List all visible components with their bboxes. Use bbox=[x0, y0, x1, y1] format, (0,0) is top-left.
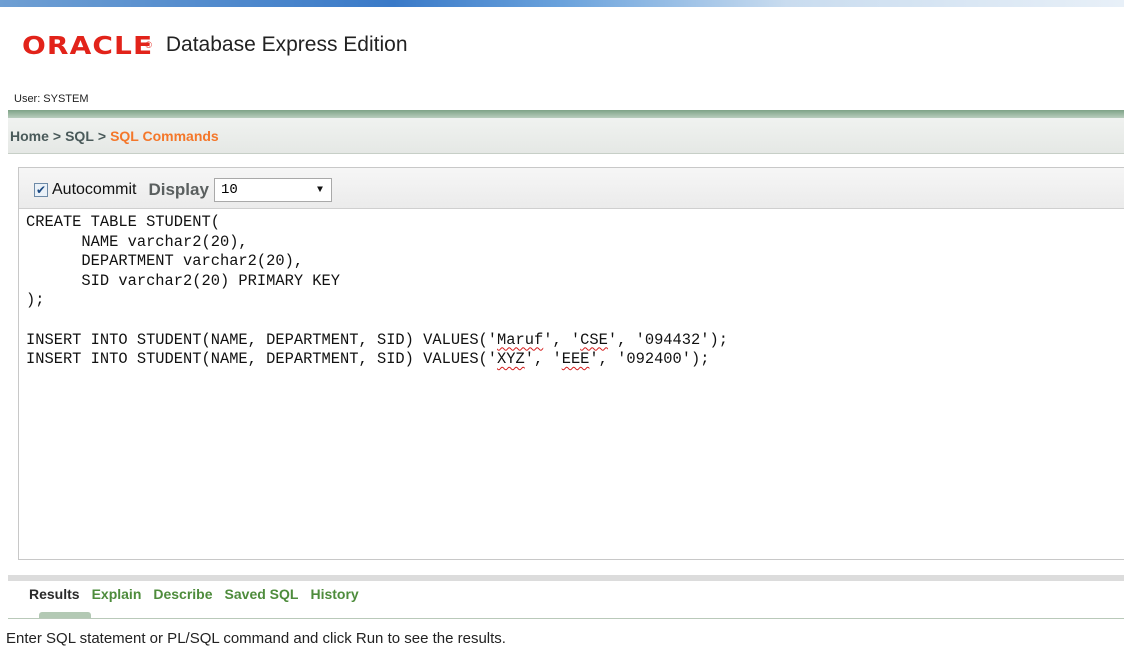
tab-results[interactable]: Results bbox=[29, 586, 80, 602]
results-divider bbox=[8, 575, 1124, 581]
spellcheck-word: Maruf bbox=[497, 330, 544, 349]
breadcrumb-separator: > bbox=[52, 127, 62, 144]
tab-describe[interactable]: Describe bbox=[153, 586, 212, 602]
sql-input[interactable]: CREATE TABLE STUDENT( NAME varchar2(20),… bbox=[19, 209, 1124, 559]
app-header: ORACLE ® Database Express Edition bbox=[22, 30, 408, 60]
autocommit-checkbox[interactable]: ✔ bbox=[34, 183, 48, 197]
user-label: User: bbox=[14, 93, 41, 105]
tab-explain[interactable]: Explain bbox=[92, 586, 142, 602]
editor-toolbar: ✔ Autocommit Display 10 ▼ bbox=[19, 168, 1124, 209]
sql-line: DEPARTMENT varchar2(20), bbox=[26, 252, 304, 271]
results-separator bbox=[8, 618, 1124, 619]
tab-saved-sql[interactable]: Saved SQL bbox=[225, 586, 299, 602]
sql-line: ); bbox=[26, 291, 45, 310]
sql-line: NAME varchar2(20), bbox=[26, 232, 248, 251]
display-rows-select[interactable]: 10 ▼ bbox=[213, 178, 332, 202]
tab-history[interactable]: History bbox=[310, 586, 358, 602]
sql-line: INSERT INTO STUDENT(NAME, DEPARTMENT, SI… bbox=[26, 350, 710, 369]
top-accent-bar bbox=[0, 0, 1124, 7]
spellcheck-word: CSE bbox=[580, 330, 608, 349]
autocommit-label[interactable]: Autocommit bbox=[52, 181, 136, 199]
breadcrumb-current: SQL Commands bbox=[110, 127, 219, 144]
sql-line: INSERT INTO STUDENT(NAME, DEPARTMENT, SI… bbox=[26, 330, 728, 349]
user-info: User: SYSTEM bbox=[14, 93, 89, 105]
sql-line bbox=[26, 311, 1124, 331]
chevron-down-icon: ▼ bbox=[316, 184, 323, 196]
breadcrumb: Home > SQL > SQL Commands bbox=[8, 118, 1124, 154]
oracle-logo: ORACLE bbox=[22, 30, 154, 60]
display-rows-value: 10 bbox=[220, 182, 238, 198]
sql-line: CREATE TABLE STUDENT( bbox=[26, 213, 220, 231]
breadcrumb-divider bbox=[8, 110, 1124, 118]
display-label: Display bbox=[148, 180, 209, 199]
sql-editor-panel: ✔ Autocommit Display 10 ▼ CREATE TABLE S… bbox=[18, 167, 1124, 560]
check-icon: ✔ bbox=[35, 183, 47, 197]
spellcheck-word: EEE bbox=[561, 350, 590, 369]
sql-line: SID varchar2(20) PRIMARY KEY bbox=[26, 271, 341, 290]
breadcrumb-separator: > bbox=[97, 127, 107, 144]
product-title: Database Express Edition bbox=[165, 33, 408, 56]
spellcheck-word: XYZ bbox=[497, 350, 525, 369]
results-tabs: Results Explain Describe Saved SQL Histo… bbox=[29, 586, 371, 602]
results-message: Enter SQL statement or PL/SQL command an… bbox=[6, 630, 506, 647]
breadcrumb-home[interactable]: Home bbox=[10, 128, 49, 144]
breadcrumb-sql[interactable]: SQL bbox=[65, 128, 94, 144]
user-name: SYSTEM bbox=[43, 93, 89, 105]
